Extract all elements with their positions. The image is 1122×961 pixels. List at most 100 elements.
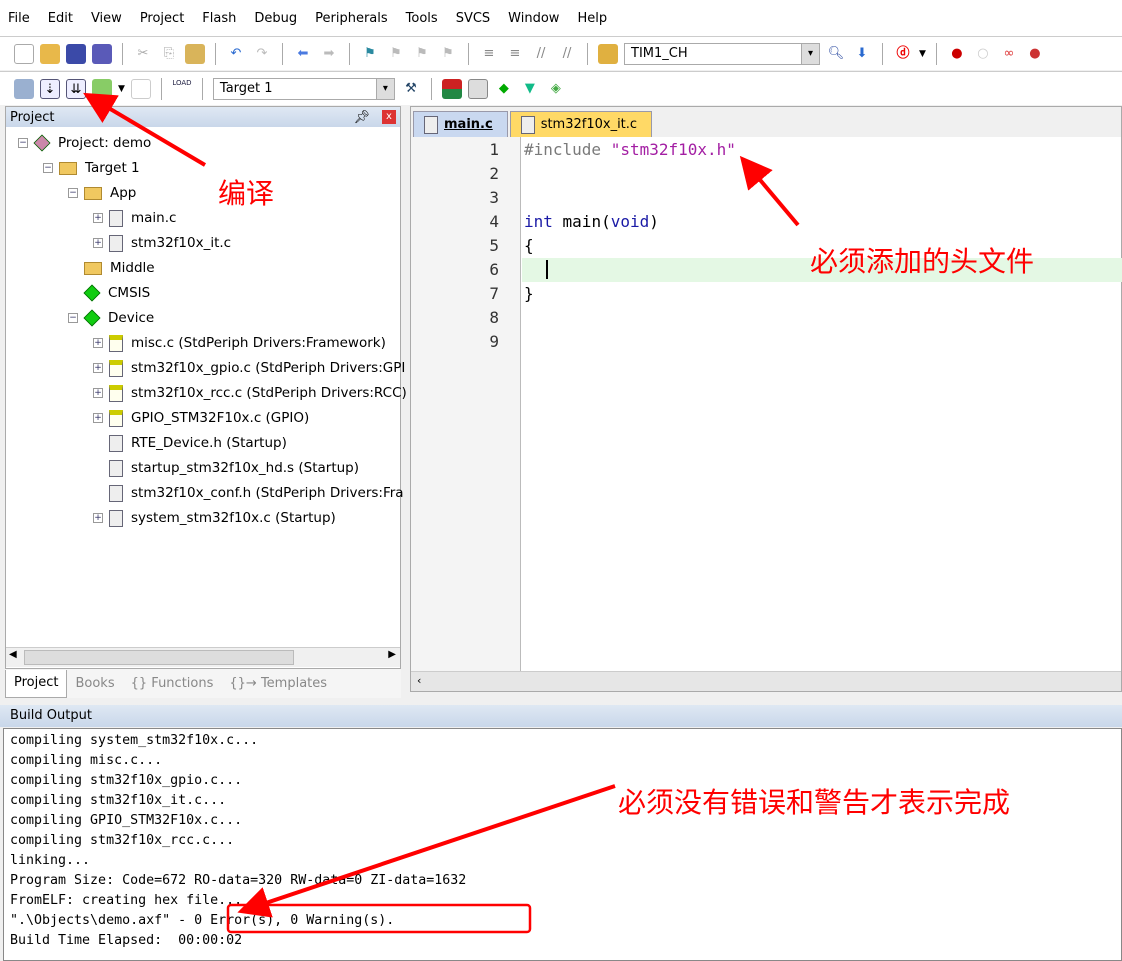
file-extensions-icon[interactable] — [441, 78, 462, 99]
translate-icon[interactable] — [14, 78, 34, 99]
tree-item[interactable]: + stm32f10x_it.c — [93, 232, 231, 254]
tree-item[interactable]: + stm32f10x_rcc.c (StdPeriph Drivers:RCC) — [93, 382, 407, 404]
next-bookmark-icon[interactable]: ⚑ — [412, 44, 432, 64]
tree-item[interactable]: − Device — [68, 307, 154, 329]
unindent-icon[interactable]: ≡ — [505, 44, 525, 64]
code-line[interactable]: 8 — [411, 306, 1122, 330]
indent-icon[interactable]: ≡ — [479, 44, 499, 64]
forward-icon[interactable]: ➡ — [319, 44, 339, 64]
target-combo[interactable]: Target 1 ▾ — [212, 77, 395, 100]
tree-item[interactable]: CMSIS — [68, 282, 150, 304]
tab-templates[interactable]: {}→ Templates — [221, 676, 335, 691]
manage-multi-project-icon[interactable] — [467, 78, 488, 99]
tree-item[interactable]: + stm32f10x_gpio.c (StdPeriph Drivers:GPI — [93, 357, 405, 379]
menu-tools[interactable]: Tools — [406, 11, 438, 26]
horizontal-scrollbar[interactable]: ◀ ▶ — [6, 647, 400, 667]
expand-icon[interactable]: + — [93, 213, 103, 223]
tab-main-c[interactable]: main.c — [413, 111, 508, 137]
tree-item[interactable]: stm32f10x_conf.h (StdPeriph Drivers:Fra — [93, 482, 404, 504]
collapse-icon[interactable]: − — [18, 138, 28, 148]
find-combo[interactable]: TIM1_CH ▾ — [624, 42, 820, 65]
expand-icon[interactable]: + — [93, 413, 103, 423]
code-line[interactable]: 7} — [411, 282, 1122, 306]
tree-item[interactable]: − App — [68, 182, 136, 204]
editor-horizontal-scrollbar[interactable]: ‹ — [411, 671, 1121, 691]
copy-icon[interactable]: ⎘ — [159, 44, 179, 64]
undo-icon[interactable]: ↶ — [226, 44, 246, 64]
code-line[interactable]: 2 — [411, 162, 1122, 186]
tree-item[interactable]: + misc.c (StdPeriph Drivers:Framework) — [93, 332, 386, 354]
comment-icon[interactable]: // — [531, 44, 551, 64]
collapse-icon[interactable]: − — [43, 163, 53, 173]
disable-breakpoint-icon[interactable]: ○ — [973, 44, 993, 64]
manage-rte-icon[interactable]: ◆ — [494, 79, 514, 99]
menu-project[interactable]: Project — [140, 11, 184, 26]
tree-item[interactable]: RTE_Device.h (Startup) — [93, 432, 287, 454]
stop-build-icon[interactable] — [130, 78, 151, 99]
back-icon[interactable]: ⬅ — [293, 44, 313, 64]
tab-project[interactable]: Project — [5, 669, 68, 698]
bookmark-icon[interactable]: ⚑ — [360, 44, 380, 64]
menu-help[interactable]: Help — [577, 11, 607, 26]
tab-books[interactable]: Books — [67, 676, 122, 691]
menu-peripherals[interactable]: Peripherals — [315, 11, 388, 26]
open-icon[interactable] — [40, 43, 60, 64]
kill-breakpoints-icon[interactable]: ● — [1025, 44, 1045, 64]
build-output-panel[interactable]: compiling system_stm32f10x.c... compiling… — [3, 728, 1122, 961]
menu-debug[interactable]: Debug — [254, 11, 297, 26]
rebuild-icon[interactable]: ⇊ — [66, 78, 86, 99]
code-line[interactable]: 3 — [411, 186, 1122, 210]
expand-icon[interactable]: + — [93, 363, 103, 373]
chevron-down-icon[interactable]: ▾ — [801, 43, 819, 64]
expand-icon[interactable]: + — [93, 513, 103, 523]
find-icon[interactable]: 🔍︎ — [826, 44, 846, 64]
menu-window[interactable]: Window — [508, 11, 559, 26]
tree-item[interactable]: − Project: demo — [18, 132, 151, 154]
uncomment-icon[interactable]: // — [557, 44, 577, 64]
expand-icon[interactable]: + — [93, 238, 103, 248]
menu-flash[interactable]: Flash — [202, 11, 236, 26]
save-icon[interactable] — [66, 43, 86, 64]
chevron-down-icon[interactable]: ▾ — [375, 78, 394, 99]
pin-icon[interactable]: 📌︎ — [353, 110, 370, 125]
code-line[interactable]: 4 int main(void) — [411, 210, 1122, 234]
collapse-icon[interactable]: − — [68, 313, 78, 323]
batch-build-icon[interactable] — [92, 78, 112, 99]
menu-svcs[interactable]: SVCS — [456, 11, 490, 26]
new-file-icon[interactable] — [14, 43, 34, 64]
save-all-icon[interactable] — [92, 43, 112, 64]
tree-item[interactable]: + GPIO_STM32F10x.c (GPIO) — [93, 407, 309, 429]
menu-view[interactable]: View — [91, 11, 122, 26]
select-packs-icon[interactable]: ▼ — [520, 79, 540, 99]
pack-installer-icon[interactable]: ◈ — [546, 79, 566, 99]
collapse-icon[interactable]: − — [68, 188, 78, 198]
options-for-target-icon[interactable]: ⚒ — [401, 79, 421, 99]
tree-item[interactable]: + system_stm32f10x.c (Startup) — [93, 507, 336, 529]
expand-icon[interactable]: + — [93, 338, 103, 348]
tab-stm32f10x-it-c[interactable]: stm32f10x_it.c — [509, 111, 653, 137]
menu-edit[interactable]: Edit — [48, 11, 73, 26]
scrollbar-thumb[interactable] — [24, 650, 294, 665]
tab-functions[interactable]: {} Functions — [123, 676, 222, 691]
redo-icon[interactable]: ↷ — [252, 44, 272, 64]
disable-all-breakpoints-icon[interactable]: ∞ — [999, 44, 1019, 64]
code-line[interactable]: 9 — [411, 330, 1122, 354]
tree-item[interactable]: − Target 1 — [43, 157, 140, 179]
tree-item[interactable]: + main.c — [93, 207, 176, 229]
debug-session-icon[interactable]: ⓓ — [893, 44, 913, 64]
cut-icon[interactable]: ✂ — [133, 44, 153, 64]
close-icon[interactable]: x — [382, 110, 396, 124]
incremental-find-icon[interactable]: ⬇ — [852, 44, 872, 64]
build-icon[interactable]: ⇣ — [40, 78, 60, 99]
code-line[interactable]: 1 #include "stm32f10x.h" — [411, 138, 1122, 162]
menu-file[interactable]: File — [8, 11, 30, 26]
expand-icon[interactable]: + — [93, 388, 103, 398]
breakpoint-icon[interactable]: ● — [947, 44, 967, 64]
prev-bookmark-icon[interactable]: ⚑ — [386, 44, 406, 64]
clear-bookmarks-icon[interactable]: ⚑ — [438, 44, 458, 64]
tree-item[interactable]: startup_stm32f10x_hd.s (Startup) — [93, 457, 359, 479]
tree-item[interactable]: Middle — [68, 257, 155, 279]
find-in-files-icon[interactable] — [598, 43, 618, 64]
paste-icon[interactable] — [185, 43, 205, 64]
download-icon[interactable]: LOAD — [172, 79, 192, 99]
